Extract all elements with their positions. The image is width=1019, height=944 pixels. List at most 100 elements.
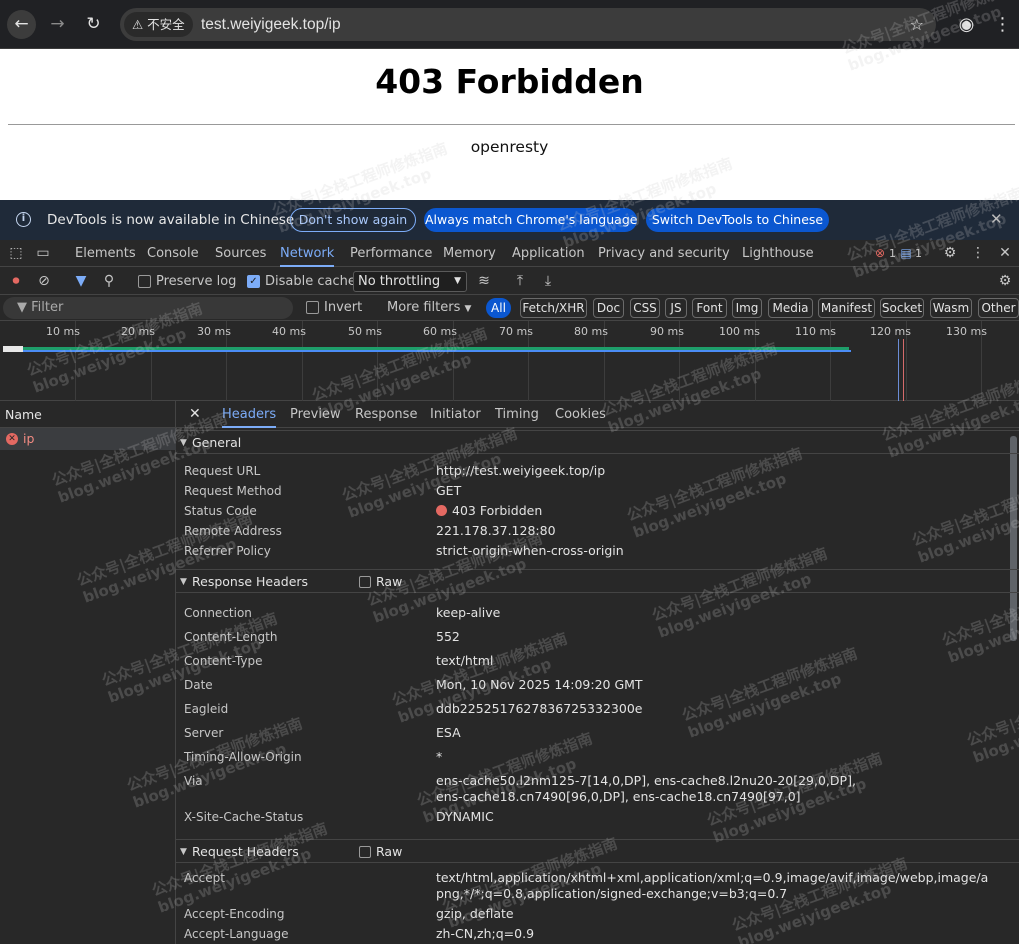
header-key: Via [184,774,203,788]
tick-label: 80 ms [574,325,608,338]
tick-label: 110 ms [795,325,836,338]
error-count[interactable]: 1 [889,240,896,267]
network-conditions-icon[interactable]: ≋ [473,268,495,295]
tab-memory[interactable]: Memory [443,240,496,267]
raw-checkbox[interactable] [359,576,371,588]
request-name[interactable]: ip [23,428,34,450]
match-language-button[interactable]: Always match Chrome's language [424,208,637,232]
tab-headers[interactable]: Headers [222,401,277,428]
chip-all[interactable]: All [486,298,511,318]
tab-sources[interactable]: Sources [215,240,266,267]
not-secure-chip[interactable]: ⚠ 不安全 [124,12,193,37]
chevron-down-icon: ▼ [464,304,472,314]
tab-application[interactable]: Application [512,240,585,267]
chevron-down-icon: ▼ [454,276,461,286]
devtools-panel: i DevTools is now available in Chinese D… [0,200,1019,944]
more-filters-button[interactable]: More filters ▼ [387,295,471,322]
record-stop-icon[interactable]: ⏺ [6,268,26,295]
invert-checkbox[interactable] [306,301,319,314]
chip-img[interactable]: Img [732,298,762,318]
browser-menu-icon[interactable]: ⋮ [988,10,1017,39]
device-toolbar-icon[interactable]: ▭ [32,240,54,267]
tab-cookies[interactable]: Cookies [555,401,606,428]
switch-to-chinese-button[interactable]: Switch DevTools to Chinese [646,208,829,232]
settings-gear-icon[interactable]: ⚙ [940,240,960,267]
raw-checkbox[interactable] [359,846,371,858]
profile-icon[interactable]: ◉ [952,10,981,39]
tab-timing[interactable]: Timing [495,401,539,428]
tab-response[interactable]: Response [355,401,417,428]
tab-preview[interactable]: Preview [290,401,341,428]
header-key: Timing-Allow-Origin [184,750,302,764]
error-count-icon[interactable]: ⊗ [873,240,887,267]
name-column-header[interactable]: Name [0,401,176,428]
export-har-icon[interactable]: ⤓ [538,268,558,295]
response-headers-section-header[interactable]: ▼ Response Headers Raw [176,569,1019,593]
request-headers-title: Request Headers [192,844,299,859]
chip-other[interactable]: Other [978,298,1019,318]
tab-performance[interactable]: Performance [350,240,432,267]
close-devtools-icon[interactable]: ✕ [995,240,1015,267]
browser-toolbar: ← → ↻ ⚠ 不安全 test.weiyigeek.top/ip ☆ ◉ ⋮ [0,0,1019,49]
raw-label: Raw [376,574,403,589]
chip-wasm[interactable]: Wasm [930,298,972,318]
tab-console[interactable]: Console [147,240,199,267]
back-arrow-icon[interactable]: ← [7,10,36,39]
message-count[interactable]: 1 [915,240,922,267]
chip-fetch-xhr[interactable]: Fetch/XHR [520,298,587,318]
disable-cache-checkbox[interactable]: ✓ [247,275,260,288]
header-key: Remote Address [184,524,282,538]
tick-label: 120 ms [870,325,911,338]
import-har-icon[interactable]: ⤒ [510,268,530,295]
preserve-log-checkbox[interactable] [138,275,151,288]
request-details: ✕ Headers Preview Response Initiator Tim… [176,401,1019,944]
throttling-select[interactable]: No throttling ▼ [353,271,467,292]
filter-funnel-icon[interactable]: ▼ [71,268,91,295]
devtools-menu-icon[interactable]: ⋮ [968,240,988,267]
address-bar[interactable]: ⚠ 不安全 test.weiyigeek.top/ip ☆ [120,8,936,41]
clear-icon[interactable]: ⊘ [34,268,54,295]
network-timeline[interactable]: 10 ms 20 ms 30 ms 40 ms 50 ms 60 ms 70 m… [0,321,1019,401]
preserve-log-label: Preserve log [156,274,237,289]
infobar-message: DevTools is now available in Chinese [47,212,295,228]
header-key: Status Code [184,504,257,518]
tab-privacy-security[interactable]: Privacy and security [598,240,730,267]
reload-icon[interactable]: ↻ [79,10,108,39]
general-section-header[interactable]: ▼ General [176,430,1019,454]
forward-arrow-icon[interactable]: → [43,10,72,39]
inspect-element-icon[interactable]: ⬚ [6,240,26,267]
server-name: openresty [470,138,549,156]
bookmark-star-icon[interactable]: ☆ [910,8,924,41]
header-value: keep-alive [436,605,501,620]
error-icon: ✕ [6,433,18,445]
chip-css[interactable]: CSS [630,298,660,318]
chip-manifest[interactable]: Manifest [818,298,875,318]
dont-show-again-button[interactable]: Don't show again [290,208,416,232]
chip-media[interactable]: Media [768,298,813,318]
request-row[interactable]: ✕ ip [0,428,176,450]
filter-input[interactable]: ▼ Filter [3,297,293,319]
url-text[interactable]: test.weiyigeek.top/ip [201,8,341,41]
header-value: DYNAMIC [436,809,494,824]
tab-lighthouse[interactable]: Lighthouse [742,240,814,267]
chip-js[interactable]: JS [665,298,687,318]
request-download-bar [3,350,851,352]
tab-initiator[interactable]: Initiator [430,401,481,428]
header-key: X-Site-Cache-Status [184,810,304,824]
header-value: strict-origin-when-cross-origin [436,543,624,558]
chip-socket[interactable]: Socket [880,298,924,318]
status-code-value: 403 Forbidden [436,503,996,519]
chip-font[interactable]: Font [692,298,727,318]
close-icon[interactable]: ✕ [990,210,1003,228]
message-count-icon[interactable]: ▤ [899,240,913,267]
chip-doc[interactable]: Doc [593,298,624,318]
close-details-icon[interactable]: ✕ [189,401,201,428]
tab-elements[interactable]: Elements [75,240,136,267]
scrollbar[interactable] [1010,436,1017,641]
tab-network[interactable]: Network [280,240,335,267]
network-settings-icon[interactable]: ⚙ [995,268,1015,295]
header-key: Eagleid [184,702,229,716]
search-icon[interactable]: ⚲ [99,268,119,295]
request-headers-section-header[interactable]: ▼ Request Headers Raw [176,839,1019,863]
tick-label: 130 ms [946,325,987,338]
